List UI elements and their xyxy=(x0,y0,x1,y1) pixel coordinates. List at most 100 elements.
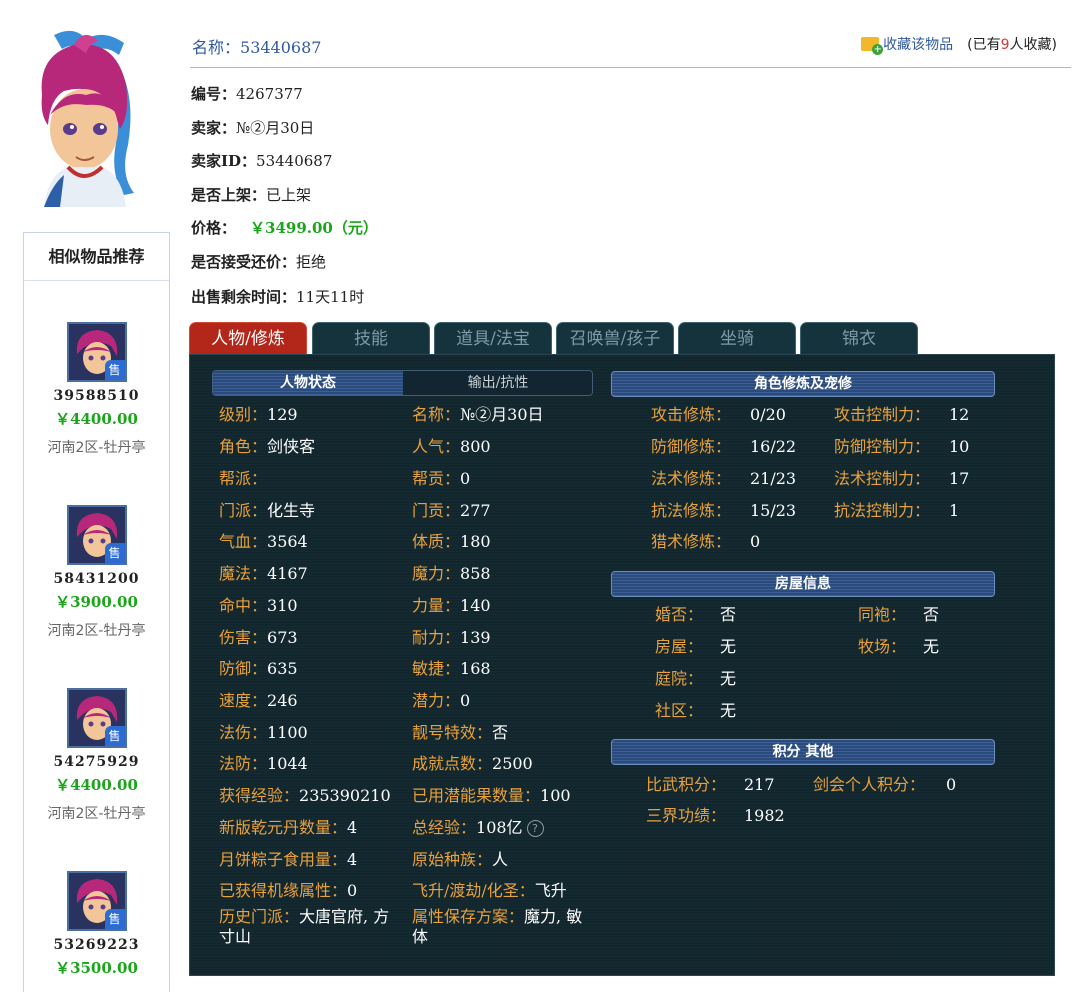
stat-label: 速度： xyxy=(219,691,268,710)
tab-character[interactable]: 人物/修炼 xyxy=(189,322,307,354)
stat-label: 靓号特效： xyxy=(412,723,493,742)
stat-item: 级别：129 xyxy=(219,405,298,425)
stat-label: 级别： xyxy=(219,405,268,424)
cultivation-label: 防御修炼： xyxy=(651,437,731,457)
stat-label: 气血： xyxy=(219,532,268,551)
recommend-item-thumbnail[interactable]: 售 xyxy=(66,688,127,748)
house-label: 社区： xyxy=(655,701,703,721)
stat-item: 已用潜能果数量：100 xyxy=(412,786,571,806)
stat-label: 已获得机缘属性： xyxy=(219,881,348,900)
house-value: 无 xyxy=(720,669,736,689)
recommend-item-price: ￥4400.00 xyxy=(55,776,138,794)
tab-mounts[interactable]: 坐骑 xyxy=(678,322,796,354)
recommend-item-thumbnail[interactable]: 售 xyxy=(66,871,127,931)
info-seller-label: 卖家： xyxy=(191,119,237,137)
cultivation-key: 攻击控制力： xyxy=(834,405,931,424)
recommend-item[interactable]: 售 53269223 ￥3500.00 xyxy=(23,871,170,978)
favorite-link[interactable]: 收藏该物品 xyxy=(883,37,953,53)
house-label: 牧场： xyxy=(858,637,906,657)
sell-badge-icon: 售 xyxy=(104,360,125,380)
score-value: 0 xyxy=(946,775,956,795)
house-val: 否 xyxy=(720,605,737,624)
history-sect-value-cont: 寸山 xyxy=(219,927,252,946)
tab-outfits[interactable]: 锦衣 xyxy=(800,322,918,354)
recommend-item[interactable]: 售 58431200 ￥3900.00 河南2区-牡丹亭 xyxy=(23,505,170,640)
recommend-item[interactable]: 售 39588510 ￥4400.00 河南2区-牡丹亭 xyxy=(23,322,170,457)
stat-label: 飞升/渡劫/化圣： xyxy=(412,881,535,900)
score-val: 1982 xyxy=(744,806,785,825)
stat-value: 246 xyxy=(267,691,298,710)
info-id-label: 编号： xyxy=(191,85,237,103)
stat-value: 4 xyxy=(347,850,358,869)
attr-plan-value-cont: 体 xyxy=(412,927,429,946)
cultivation-val: 21/23 xyxy=(750,469,797,488)
info-seller: 卖家：№②月30日 xyxy=(191,117,314,138)
cultivation-value: 0/20 xyxy=(750,405,786,425)
stat-value: 剑侠客 xyxy=(267,437,316,456)
stat-item: 已获得机缘属性：0 xyxy=(219,881,357,901)
stat-value: 108亿 xyxy=(476,818,523,837)
recommend-item[interactable]: 售 54275929 ￥4400.00 河南2区-牡丹亭 xyxy=(23,688,170,823)
stat-label: 帮派： xyxy=(219,469,268,488)
favorite-area: 收藏该物品 (已有9人收藏) xyxy=(861,34,1057,55)
house-value: 否 xyxy=(720,605,736,625)
stat-item: 力量：140 xyxy=(412,596,491,616)
cultivation-label: 防御控制力： xyxy=(834,437,930,457)
tab-summons[interactable]: 召唤兽/孩子 xyxy=(556,322,674,354)
house-key: 同袍： xyxy=(858,605,907,624)
stat-item: 耐力：139 xyxy=(412,628,491,648)
stat-label: 原始种族： xyxy=(412,850,493,869)
info-listed-label: 是否上架： xyxy=(191,186,267,204)
similar-items-title: 相似物品推荐 xyxy=(24,233,169,281)
house-key: 庭院： xyxy=(655,669,704,688)
attr-plan-value: 魔力, 敏 xyxy=(524,907,583,926)
recommend-item-thumbnail[interactable]: 售 xyxy=(66,505,127,565)
recommend-item-price: ￥4400.00 xyxy=(55,410,138,428)
house-val: 无 xyxy=(720,669,737,688)
tab-items[interactable]: 道具/法宝 xyxy=(434,322,552,354)
cultivation-value: 17 xyxy=(949,469,969,489)
help-icon[interactable]: ? xyxy=(526,820,544,837)
score-key: 三界功绩： xyxy=(646,806,727,825)
recommend-item-thumbnail[interactable]: 售 xyxy=(66,322,127,382)
info-seller-value: №②月30日 xyxy=(236,119,315,137)
folder-add-icon[interactable] xyxy=(861,37,884,55)
item-name-value: 53440687 xyxy=(240,38,322,57)
stat-item: 新版乾元丹数量：4 xyxy=(219,818,357,838)
subtab-character-state[interactable]: 人物状态 xyxy=(213,371,403,395)
stat-item: 成就点数：2500 xyxy=(412,754,533,774)
stat-label: 力量： xyxy=(412,596,461,615)
stat-item: 帮贡：0 xyxy=(412,469,470,489)
info-id: 编号：4267377 xyxy=(191,83,303,104)
score-value: 1982 xyxy=(744,806,785,826)
stat-label: 门贡： xyxy=(412,501,461,520)
sell-badge-icon: 售 xyxy=(104,909,125,929)
house-value: 无 xyxy=(720,701,736,721)
stat-item: 气血：3564 xyxy=(219,532,308,552)
cultivation-key: 法术控制力： xyxy=(834,469,931,488)
cultivation-key: 防御控制力： xyxy=(834,437,931,456)
stat-label: 伤害： xyxy=(219,628,268,647)
score-label: 比武积分： xyxy=(646,775,726,795)
stat-value: 235390210 xyxy=(299,786,391,805)
stat-item: 法伤：1100 xyxy=(219,723,308,743)
stat-value: 140 xyxy=(460,596,491,615)
cultivation-label: 法术控制力： xyxy=(834,469,930,489)
recommend-item-server: 河南2区-牡丹亭 xyxy=(47,623,146,639)
cultivation-key: 攻击修炼： xyxy=(651,405,732,424)
cultivation-label: 猎术修炼： xyxy=(651,532,731,552)
stat-label: 防御： xyxy=(219,659,268,678)
recommend-item-id: 39588510 xyxy=(53,388,140,404)
stat-label: 命中： xyxy=(219,596,268,615)
cultivation-value: 15/23 xyxy=(750,501,796,521)
cultivation-label: 法术修炼： xyxy=(651,469,731,489)
recommend-item-id: 53269223 xyxy=(53,937,140,953)
state-subtabs: 人物状态 输出/抗性 xyxy=(212,370,593,396)
recommend-item-price: ￥3900.00 xyxy=(55,593,138,611)
tab-skills[interactable]: 技能 xyxy=(312,322,430,354)
subtab-output-resist[interactable]: 输出/抗性 xyxy=(403,371,592,395)
stat-label: 法伤： xyxy=(219,723,268,742)
stat-item: 总经验：108亿? xyxy=(412,818,544,838)
info-id-value: 4267377 xyxy=(236,85,303,103)
stat-value: 1100 xyxy=(267,723,308,742)
